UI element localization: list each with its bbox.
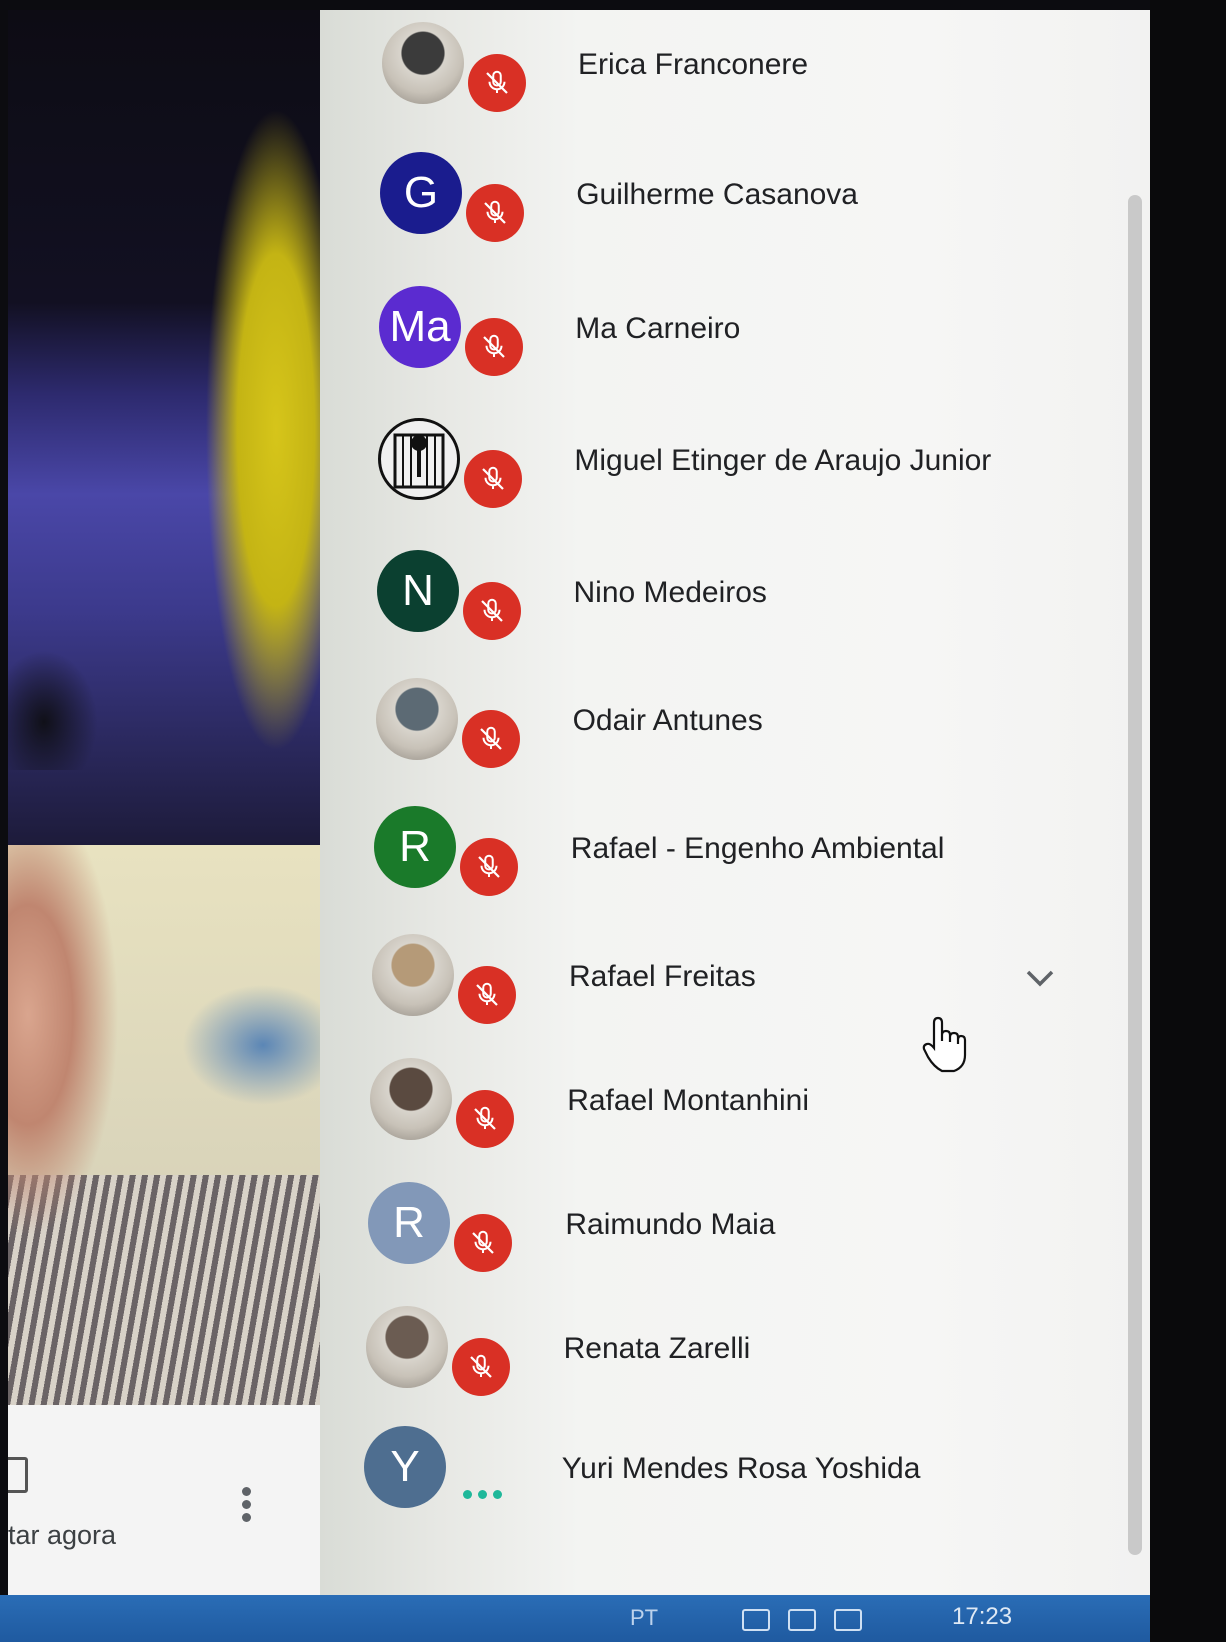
speaking-dots-icon xyxy=(452,1484,512,1504)
participant-row[interactable]: Renata Zarelli xyxy=(320,1294,1100,1414)
participant-name: Rafael Freitas xyxy=(569,960,756,993)
participant-row[interactable]: G Guilherme Casanova xyxy=(320,140,1100,260)
tray-volume-icon[interactable] xyxy=(834,1609,862,1631)
avatar-photo xyxy=(378,418,460,500)
participant-row[interactable]: Rafael Freitas xyxy=(320,922,1100,1042)
more-vert-icon[interactable] xyxy=(240,1487,252,1527)
mic-off-icon xyxy=(464,450,522,508)
meeting-controls: tar agora xyxy=(8,1405,320,1595)
avatar: Y xyxy=(364,1426,446,1508)
participant-name: Erica Franconere xyxy=(578,48,809,81)
participant-row[interactable]: R Rafael - Engenho Ambiental xyxy=(320,794,1100,914)
avatar-initial: R xyxy=(399,822,431,871)
participant-name: Odair Antunes xyxy=(572,704,763,737)
participant-row[interactable]: Ma Ma Carneiro xyxy=(320,274,1100,394)
participant-row[interactable]: Odair Antunes xyxy=(320,666,1100,786)
avatar: N xyxy=(377,550,459,632)
mic-off-icon xyxy=(452,1338,510,1396)
participant-name: Nino Medeiros xyxy=(573,576,767,609)
avatar: R xyxy=(374,806,456,888)
participant-name: Rafael - Engenho Ambiental xyxy=(570,832,945,865)
avatar-photo xyxy=(366,1306,448,1388)
mic-off-icon xyxy=(462,710,520,768)
mic-off-icon xyxy=(456,1090,514,1148)
taskbar-language[interactable]: PT xyxy=(630,1605,658,1631)
participant-row[interactable]: R Raimundo Maia xyxy=(320,1170,1100,1290)
avatar-initial: N xyxy=(402,566,434,615)
mic-off-icon xyxy=(458,966,516,1024)
avatar-photo xyxy=(370,1058,452,1140)
mic-off-icon xyxy=(460,838,518,896)
participant-name: Rafael Montanhini xyxy=(567,1084,810,1117)
avatar-initial: Y xyxy=(390,1442,420,1491)
taskbar: PT 17:23 xyxy=(0,1595,1150,1642)
participant-name: Miguel Etinger de Araujo Junior xyxy=(574,444,992,477)
hand-cursor-icon xyxy=(922,1016,967,1073)
video-tile-participant[interactable] xyxy=(8,10,320,845)
mic-off-icon xyxy=(466,184,524,242)
mic-off-icon xyxy=(454,1214,512,1272)
avatar: R xyxy=(368,1182,450,1264)
participant-row[interactable]: Miguel Etinger de Araujo Junior xyxy=(320,406,1100,526)
participant-name: Raimundo Maia xyxy=(565,1208,776,1241)
taskbar-tray xyxy=(742,1609,862,1631)
avatar-photo xyxy=(376,678,458,760)
avatar-photo xyxy=(372,934,454,1016)
avatar: Ma xyxy=(379,286,461,368)
avatar-photo xyxy=(382,22,464,104)
present-now-label[interactable]: tar agora xyxy=(8,1520,116,1551)
video-tile-self[interactable] xyxy=(8,845,320,1405)
mic-off-icon xyxy=(465,318,523,376)
present-screen-icon[interactable] xyxy=(8,1457,28,1493)
screen-bezel xyxy=(1150,0,1226,1642)
mic-off-icon xyxy=(468,54,526,112)
avatar: G xyxy=(380,152,462,234)
tray-network-icon[interactable] xyxy=(788,1609,816,1631)
participant-row[interactable]: N Nino Medeiros xyxy=(320,538,1100,658)
taskbar-clock[interactable]: 17:23 xyxy=(952,1603,1012,1631)
participant-name: Guilherme Casanova xyxy=(576,178,858,211)
chevron-down-icon[interactable] xyxy=(1020,958,1060,998)
avatar-initial: G xyxy=(403,168,439,217)
participant-name: Yuri Mendes Rosa Yoshida xyxy=(561,1452,921,1485)
video-shadow xyxy=(8,650,98,770)
participants-panel: Erica Franconere G Guilherme Casanova Ma Ma … xyxy=(320,10,1150,1595)
avatar-initial: R xyxy=(393,1198,425,1247)
video-area: tar agora xyxy=(8,10,320,1595)
participant-row[interactable]: Erica Franconere xyxy=(320,10,1100,130)
avatar-initial: Ma xyxy=(389,302,451,351)
participant-name: Ma Carneiro xyxy=(575,312,741,345)
mic-off-icon xyxy=(463,582,521,640)
participant-name: Renata Zarelli xyxy=(563,1332,751,1365)
scrollbar[interactable] xyxy=(1128,195,1142,1555)
participant-row[interactable]: Rafael Montanhini xyxy=(320,1046,1100,1166)
participant-row[interactable]: Y Yuri Mendes Rosa Yoshida xyxy=(320,1414,1100,1534)
tray-flag-icon[interactable] xyxy=(742,1609,770,1631)
